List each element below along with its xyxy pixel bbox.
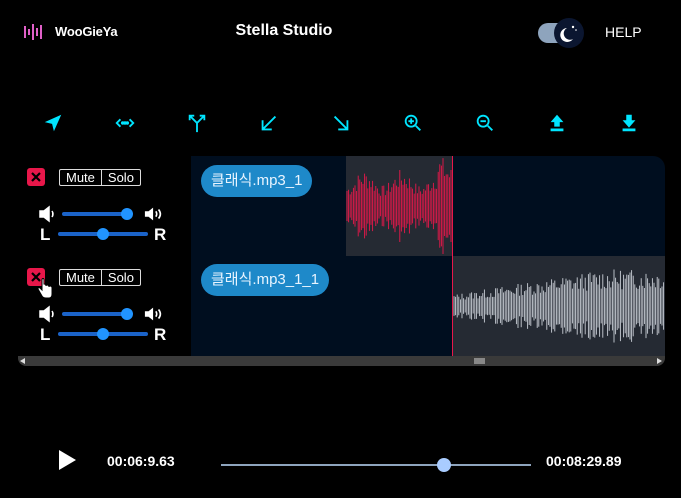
mute-button[interactable]: Mute: [60, 270, 101, 285]
dark-mode-toggle[interactable]: [538, 18, 586, 48]
remove-track-button[interactable]: [27, 168, 45, 186]
clip-label[interactable]: 클래식.mp3_1_1: [201, 264, 330, 296]
pan-slider-thumb[interactable]: [97, 328, 109, 340]
mute-solo-group: Mute Solo: [59, 269, 141, 286]
fade-in-icon[interactable]: [257, 111, 281, 135]
upload-icon[interactable]: [545, 111, 569, 135]
seek-bar-thumb[interactable]: [437, 458, 452, 472]
hand-cursor-icon: [37, 278, 53, 299]
timeline-scrollbar[interactable]: [18, 356, 665, 366]
volume-low-icon: [39, 305, 54, 323]
download-icon[interactable]: [617, 111, 641, 135]
split-icon[interactable]: [185, 111, 209, 135]
volume-slider[interactable]: [62, 208, 133, 220]
pan-slider-thumb[interactable]: [97, 228, 109, 240]
pan-slider[interactable]: [58, 328, 148, 340]
track-controls: Mute Solo L R: [18, 156, 191, 256]
mute-solo-group: Mute Solo: [59, 169, 141, 186]
help-link[interactable]: HELP: [605, 24, 642, 40]
total-time: 00:08:29.89: [546, 453, 622, 469]
audio-clip-waveform[interactable]: [453, 256, 665, 356]
volume-low-icon: [39, 205, 54, 223]
play-icon: [59, 450, 76, 470]
pan-slider[interactable]: [58, 228, 148, 240]
solo-button[interactable]: Solo: [100, 170, 140, 185]
play-button[interactable]: [57, 449, 77, 471]
moon-icon: [554, 18, 584, 48]
clip-label[interactable]: 클래식.mp3_1: [201, 165, 313, 197]
zoom-out-icon[interactable]: [473, 111, 497, 135]
audio-clip-waveform[interactable]: [346, 156, 453, 256]
pan-right-label: R: [154, 225, 167, 244]
volume-slider-thumb[interactable]: [120, 308, 133, 320]
playhead[interactable]: [452, 156, 453, 356]
volume-high-icon: [144, 207, 162, 221]
pan-right-label: R: [154, 325, 167, 344]
pan-left-label: L: [40, 225, 51, 244]
volume-slider[interactable]: [62, 308, 133, 320]
seek-bar[interactable]: [221, 458, 531, 472]
mute-button[interactable]: Mute: [60, 170, 101, 185]
scrollbar-thumb[interactable]: [474, 358, 485, 364]
zoom-in-icon[interactable]: [401, 111, 425, 135]
app-title: Stella Studio: [235, 22, 333, 39]
move-horizontal-icon[interactable]: [113, 111, 137, 135]
current-time: 00:06:9.63: [107, 453, 175, 469]
volume-high-icon: [144, 307, 162, 321]
pan-left-label: L: [40, 325, 51, 344]
scroll-right-icon[interactable]: [657, 358, 663, 364]
fade-out-icon[interactable]: [329, 111, 353, 135]
scroll-left-icon[interactable]: [20, 358, 26, 364]
solo-button[interactable]: Solo: [100, 270, 140, 285]
cursor-icon[interactable]: [41, 111, 65, 135]
track-controls: Mute Solo L R: [18, 256, 191, 356]
close-icon: [31, 172, 41, 182]
volume-slider-thumb[interactable]: [120, 208, 133, 220]
timeline[interactable]: 클래식.mp3_1 클래식.mp3_1_1: [191, 156, 665, 356]
